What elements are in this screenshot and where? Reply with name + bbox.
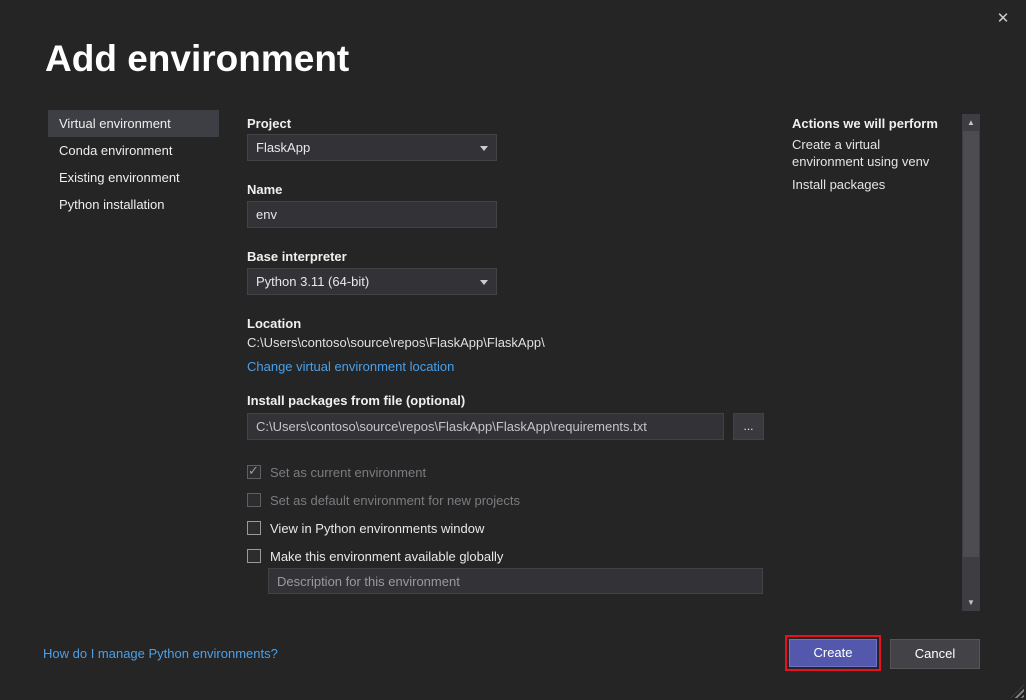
add-environment-dialog: ✕ Add environment Virtual environment Co…	[0, 0, 1026, 700]
page-title: Add environment	[45, 38, 349, 80]
create-button-highlight: Create	[785, 635, 881, 671]
environment-type-list: Virtual environment Conda environment Ex…	[48, 110, 219, 218]
checkbox-make-available-globally[interactable]: Make this environment available globally	[247, 547, 503, 565]
sidebar-item-label: Virtual environment	[59, 116, 171, 131]
scroll-down-icon: ▼	[967, 598, 975, 607]
manage-environments-help-link[interactable]: How do I manage Python environments?	[43, 646, 278, 661]
checkbox-view-in-environments-window[interactable]: View in Python environments window	[247, 519, 484, 537]
scrollbar-track[interactable]	[962, 131, 980, 594]
change-location-link[interactable]: Change virtual environment location	[247, 359, 454, 374]
close-icon: ✕	[997, 10, 1010, 27]
sidebar-item-virtual-environment[interactable]: Virtual environment	[48, 110, 219, 137]
sidebar-item-label: Python installation	[59, 197, 165, 212]
checkbox-set-current-environment[interactable]: ✓ Set as current environment	[247, 463, 426, 481]
name-input[interactable]	[247, 201, 497, 228]
sidebar-item-label: Conda environment	[59, 143, 172, 158]
chevron-down-icon	[480, 146, 488, 151]
checkbox-label: Set as current environment	[270, 465, 426, 480]
checkbox-label: Set as default environment for new proje…	[270, 493, 520, 508]
checkbox-label: View in Python environments window	[270, 521, 484, 536]
resize-grip[interactable]	[1011, 685, 1024, 698]
sidebar-item-python-installation[interactable]: Python installation	[48, 191, 219, 218]
checkbox[interactable]	[247, 493, 261, 507]
base-interpreter-select[interactable]: Python 3.11 (64-bit)	[247, 268, 497, 295]
checkbox[interactable]	[247, 549, 261, 563]
install-packages-label: Install packages from file (optional)	[247, 393, 465, 408]
checkbox[interactable]	[247, 521, 261, 535]
chevron-down-icon	[480, 280, 488, 285]
actions-panel-title: Actions we will perform	[792, 116, 938, 131]
sidebar-item-conda-environment[interactable]: Conda environment	[48, 137, 219, 164]
scrollbar[interactable]: ▲ ▼	[962, 114, 980, 611]
sidebar-item-existing-environment[interactable]: Existing environment	[48, 164, 219, 191]
location-path: C:\Users\contoso\source\repos\FlaskApp\F…	[247, 335, 545, 350]
check-icon: ✓	[248, 463, 259, 479]
name-label: Name	[247, 182, 282, 197]
cancel-button[interactable]: Cancel	[890, 639, 980, 669]
checkbox-label: Make this environment available globally	[270, 549, 503, 564]
base-interpreter-label: Base interpreter	[247, 249, 347, 264]
scroll-up-button[interactable]: ▲	[962, 114, 980, 131]
browse-button[interactable]: ...	[733, 413, 764, 440]
sidebar-item-label: Existing environment	[59, 170, 180, 185]
install-packages-input[interactable]	[247, 413, 724, 440]
actions-panel-item: Create a virtual environment using venv	[792, 136, 950, 170]
location-label: Location	[247, 316, 301, 331]
project-select-value: FlaskApp	[256, 140, 310, 155]
scroll-up-icon: ▲	[967, 118, 975, 127]
description-input[interactable]	[268, 568, 763, 594]
scroll-down-button[interactable]: ▼	[962, 594, 980, 611]
project-label: Project	[247, 116, 291, 131]
checkbox[interactable]: ✓	[247, 465, 261, 479]
create-button[interactable]: Create	[789, 639, 877, 667]
close-button[interactable]: ✕	[992, 8, 1014, 30]
scrollbar-thumb[interactable]	[963, 131, 979, 557]
project-select[interactable]: FlaskApp	[247, 134, 497, 161]
checkbox-set-default-environment[interactable]: Set as default environment for new proje…	[247, 491, 520, 509]
actions-panel-item: Install packages	[792, 176, 950, 193]
base-interpreter-select-value: Python 3.11 (64-bit)	[256, 274, 369, 289]
